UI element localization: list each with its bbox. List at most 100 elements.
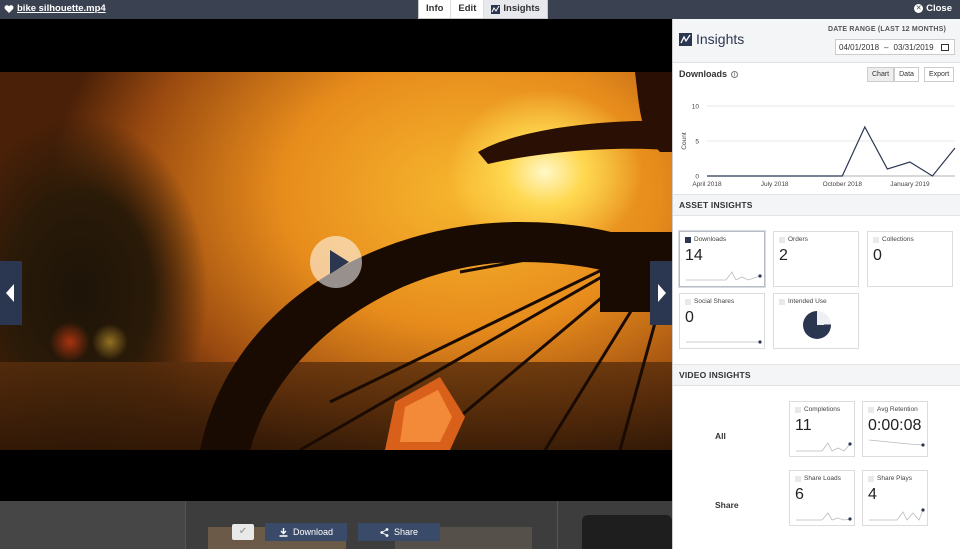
y-tick-label: 0 [695, 174, 699, 181]
card-intended-use[interactable]: Intended Use [773, 293, 859, 349]
next-asset-button[interactable] [650, 261, 672, 325]
close-label: Close [926, 3, 952, 14]
video-player[interactable] [0, 19, 672, 501]
date-separator: – [884, 42, 889, 52]
card-collections-value: 0 [873, 247, 882, 264]
share-icon [380, 527, 389, 537]
card-share-loads-value: 6 [795, 486, 804, 503]
tab-info-label: Info [426, 3, 444, 14]
card-collections-label: Collections [882, 236, 914, 243]
card-collections[interactable]: Collections 0 [867, 231, 953, 287]
select-checkbox[interactable]: ✔ [232, 524, 254, 540]
card-label: Social Shares [685, 298, 734, 305]
chart-data-toggle: Chart Data [867, 67, 919, 82]
file-name[interactable]: bike silhouette.mp4 [17, 3, 106, 14]
download-icon [279, 527, 288, 537]
card-social-shares-label: Social Shares [694, 298, 735, 305]
series-swatch [685, 298, 691, 305]
card-share-plays-label: Share Plays [877, 475, 913, 482]
insights-header: Insights DATE RANGE (LAST 12 MONTHS) 04/… [673, 19, 960, 63]
card-downloads[interactable]: Downloads 14 [679, 231, 765, 287]
tab-insights[interactable]: Insights [484, 0, 547, 18]
x-tick-label: July 2018 [761, 181, 789, 188]
export-button[interactable]: Export [924, 67, 955, 82]
previous-asset-button[interactable] [0, 261, 22, 325]
app-root: bike silhouette.mp4 Info Edit Insights ✕… [0, 0, 960, 549]
downloads-title-text: Downloads [679, 69, 728, 79]
view-tabs: Info Edit Insights [418, 0, 548, 19]
asset-insights-header: ASSET INSIGHTS [673, 194, 960, 216]
share-loads-sparkline [796, 512, 852, 521]
heart-icon [4, 4, 14, 13]
insights-panel: Insights DATE RANGE (LAST 12 MONTHS) 04/… [672, 19, 960, 549]
downloads-sparkline [686, 271, 762, 281]
x-tick-label: April 2018 [692, 181, 722, 188]
series-swatch [873, 236, 879, 243]
downloads-series-line [707, 125, 956, 177]
video-insights-header: VIDEO INSIGHTS [673, 364, 960, 386]
downloads-title: Downloads i [679, 69, 739, 79]
card-avg-retention-label: Avg Retention [877, 406, 918, 413]
filmstrip-thumb-next[interactable] [582, 515, 672, 549]
series-swatch [779, 236, 785, 243]
video-row-all-label: All [715, 431, 726, 441]
card-label: Share Loads [795, 475, 841, 482]
card-label: Orders [779, 236, 808, 243]
card-social-shares[interactable]: Social Shares 0 [679, 293, 765, 349]
tab-edit-label: Edit [458, 3, 477, 14]
series-swatch [685, 236, 691, 243]
card-orders-label: Orders [788, 236, 808, 243]
card-orders[interactable]: Orders 2 [773, 231, 859, 287]
card-orders-value: 2 [779, 247, 788, 264]
play-button[interactable] [310, 236, 362, 288]
download-label: Download [292, 527, 334, 537]
x-tick-label: October 2018 [823, 181, 863, 188]
card-completions[interactable]: Completions 11 [789, 401, 855, 457]
card-avg-retention[interactable]: Avg Retention 0:00:08 [862, 401, 928, 457]
chart-view-button[interactable]: Chart [867, 67, 895, 82]
card-share-plays-value: 4 [868, 486, 877, 503]
insights-title-text: Insights [696, 31, 745, 47]
info-icon[interactable]: i [731, 70, 739, 78]
tab-edit[interactable]: Edit [451, 0, 485, 18]
card-avg-retention-value: 0:00:08 [868, 417, 922, 434]
card-label: Collections [873, 236, 914, 243]
date-range-label: DATE RANGE (LAST 12 MONTHS) [827, 26, 946, 33]
date-from[interactable]: 04/01/2018 [839, 43, 879, 52]
date-to[interactable]: 03/31/2019 [894, 43, 934, 52]
y-axis-label: Count [681, 132, 688, 150]
card-label: Downloads [685, 236, 726, 243]
insights-icon [491, 4, 501, 14]
card-share-loads[interactable]: Share Loads 6 [789, 470, 855, 526]
series-swatch [795, 475, 801, 482]
y-tick-label: 10 [692, 104, 700, 111]
close-button[interactable]: ✕ Close [914, 3, 952, 14]
series-swatch [868, 406, 874, 413]
x-tick-label: January 2019 [890, 181, 930, 188]
data-view-button[interactable]: Data [894, 67, 919, 82]
card-label: Intended Use [779, 298, 827, 305]
card-share-plays[interactable]: Share Plays 4 [862, 470, 928, 526]
file-title[interactable]: bike silhouette.mp4 [4, 3, 106, 14]
card-completions-label: Completions [804, 406, 841, 413]
card-social-shares-value: 0 [685, 309, 694, 326]
social-shares-sparkline [686, 340, 762, 344]
calendar-icon[interactable] [940, 43, 949, 51]
completions-sparkline [796, 442, 852, 452]
card-label: Share Plays [868, 475, 912, 482]
share-button[interactable]: Share [358, 523, 440, 541]
tab-info[interactable]: Info [419, 0, 452, 18]
top-bar: bike silhouette.mp4 Info Edit Insights ✕… [0, 0, 960, 19]
card-downloads-value: 14 [685, 247, 703, 264]
card-label: Completions [795, 406, 840, 413]
avg-retention-sparkline [869, 439, 925, 447]
close-icon: ✕ [914, 4, 924, 13]
download-button[interactable]: Download [265, 523, 347, 541]
date-range-picker[interactable]: 04/01/2018 – 03/31/2019 [835, 39, 955, 55]
share-label: Share [393, 527, 419, 537]
intended-use-pie-chart [803, 311, 831, 339]
card-intended-use-label: Intended Use [788, 298, 827, 305]
insights-logo-icon [679, 32, 692, 46]
card-downloads-label: Downloads [694, 236, 727, 243]
y-tick-label: 5 [695, 139, 699, 146]
